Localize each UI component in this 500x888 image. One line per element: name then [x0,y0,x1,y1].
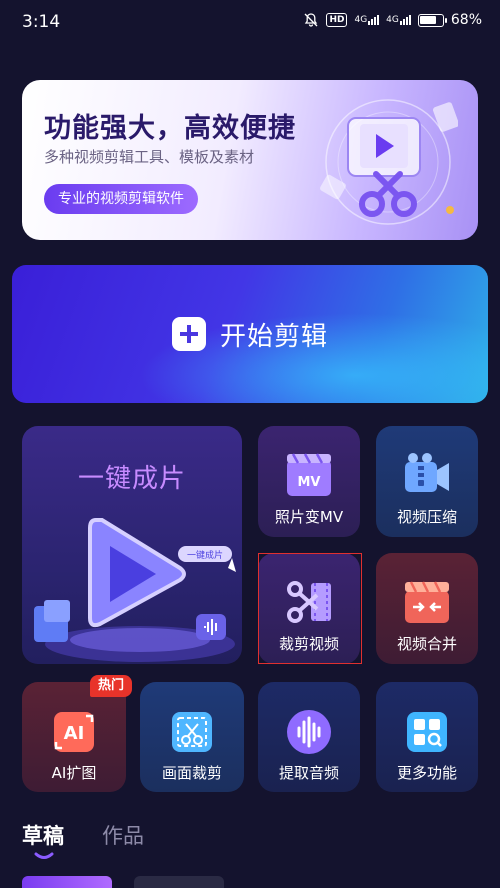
promo-banner[interactable]: 功能强大，高效便捷 多种视频剪辑工具、模板及素材 专业的视频剪辑软件 [22,80,478,240]
tool-label: 更多功能 [396,764,457,782]
tab-works[interactable]: 作品 [102,820,144,850]
draft-thumbnail[interactable] [134,876,224,888]
tool-label: 视频压缩 [396,508,457,526]
battery-icon [417,13,447,27]
tool-label: 照片变MV [274,508,344,526]
tool-label: AI扩图 [51,764,97,782]
banner-subtitle: 多种视频剪辑工具、模板及素材 [44,148,255,166]
ai-expand-icon: AI [54,712,94,752]
one-click-title: 一键成片 [77,464,186,494]
hot-badge: 热门 [90,675,132,697]
tab-drafts[interactable]: 草稿 [22,820,64,850]
more-apps-icon [407,712,447,752]
active-tab-indicator [34,852,54,859]
start-editing-label: 开始剪辑 [219,321,328,352]
video-merge-icon [405,581,449,623]
tool-label: 视频合并 [396,635,457,653]
clock-time: 3:14 [22,12,61,32]
tool-photo-to-mv[interactable]: MV 照片变MV [258,426,360,537]
signal-icon-1: 4G [354,15,380,25]
signal-icon-2: 4G [386,15,411,25]
one-click-tag: 一键成片 [187,549,223,561]
tool-extract-audio[interactable]: 提取音频 [258,682,360,792]
video-compress-icon [405,453,449,492]
tool-ai-expand[interactable]: AI AI扩图 [22,682,126,792]
mv-icon: MV [287,453,331,496]
tool-frame-crop[interactable]: 画面裁剪 [140,682,244,792]
tool-label: 画面裁剪 [161,764,222,782]
svg-text:AI: AI [64,723,85,744]
hd-voice-icon: HD [326,13,348,27]
tool-label: 提取音频 [278,764,339,782]
frame-crop-icon [172,712,212,752]
banner-pill[interactable]: 专业的视频剪辑软件 [44,184,198,214]
draft-thumbnail[interactable] [22,876,112,888]
status-icons: HD 4G 4G 68% [303,12,482,28]
battery-percent: 68% [450,12,482,28]
play-platform-illustration-icon: 一键成片 [34,518,236,662]
extract-audio-icon [287,710,331,754]
mute-bell-icon [304,13,318,27]
tool-video-merge[interactable]: 视频合并 [376,553,478,664]
content-tabs: 草稿 作品 [22,820,144,850]
plus-icon [171,317,206,351]
video-scissors-illustration-icon [320,99,458,225]
tool-more-functions[interactable]: 更多功能 [376,682,478,792]
start-editing-button[interactable]: 开始剪辑 [12,265,488,403]
tool-video-compress[interactable]: 视频压缩 [376,426,478,537]
selection-highlight [258,553,362,664]
svg-text:MV: MV [298,475,321,490]
status-bar: 3:14 HD 4G 4G 68% [0,0,500,44]
banner-title: 功能强大，高效便捷 [44,113,296,144]
one-click-video-card[interactable]: 一键成片 一键成片 [22,426,242,664]
